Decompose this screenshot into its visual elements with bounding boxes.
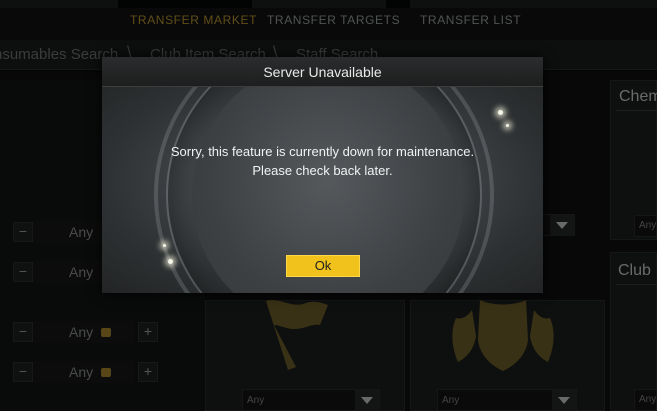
sparkle-decoration xyxy=(498,110,503,115)
sparkle-decoration xyxy=(168,259,173,264)
dialog-header: Server Unavailable xyxy=(102,57,543,87)
sparkle-decoration xyxy=(163,244,166,247)
dialog-title: Server Unavailable xyxy=(263,64,382,80)
dialog-message: Sorry, this feature is currently down fo… xyxy=(170,144,475,178)
ok-button[interactable]: Ok xyxy=(286,255,360,277)
server-unavailable-dialog: Server Unavailable Sorry, this feature i… xyxy=(102,57,543,293)
sparkle-decoration xyxy=(506,124,509,127)
